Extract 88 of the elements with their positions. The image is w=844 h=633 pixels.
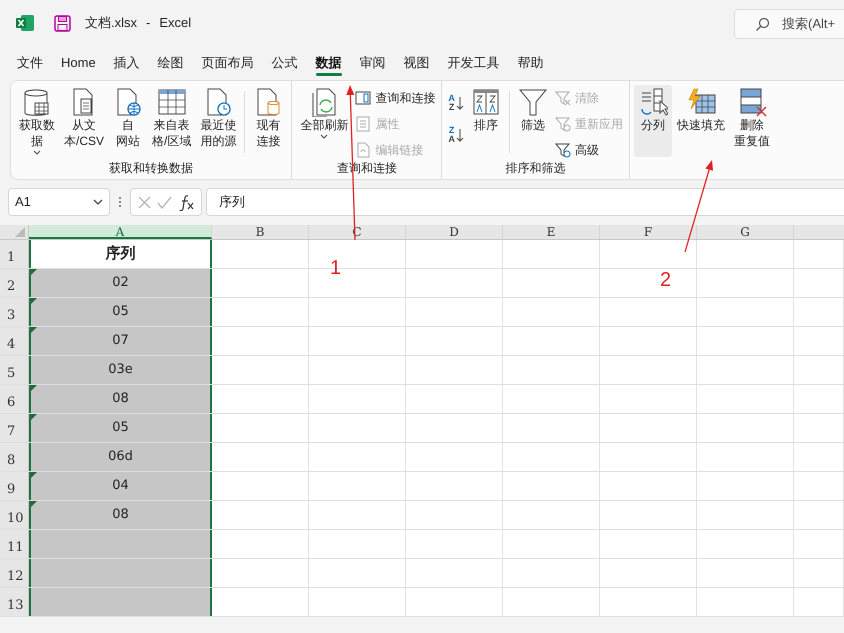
table-cell: 02	[29, 269, 212, 297]
table-cell: 08	[29, 385, 212, 413]
excel-logo-icon	[16, 14, 34, 32]
row-header[interactable]: 12	[0, 559, 29, 587]
ribbon-small-icon	[554, 116, 571, 132]
name-box[interactable]: A1	[8, 188, 110, 216]
ribbon-small-button[interactable]: 高级	[552, 139, 625, 161]
ribbon-button[interactable]: 全部刷新	[296, 85, 352, 157]
ribbon-button[interactable]: 筛选	[514, 85, 552, 157]
ribbon-small-icon	[355, 90, 372, 106]
file-name: 文档.xlsx	[85, 14, 137, 32]
sort-button[interactable]: Z A	[448, 123, 464, 147]
ribbon-button[interactable]: 现有 连接	[249, 85, 288, 157]
caret-icon	[33, 150, 41, 156]
row-header[interactable]: 6	[0, 385, 29, 413]
table-cell: 05	[29, 414, 212, 442]
annotation-number: 2	[660, 270, 672, 290]
down-arrow-icon	[456, 96, 464, 110]
row-header[interactable]: 13	[0, 588, 29, 616]
header-cell: 序列	[29, 240, 212, 268]
ribbon-tab[interactable]: 绘图	[148, 48, 193, 78]
row-header[interactable]: 4	[0, 327, 29, 355]
column-header[interactable]: E	[503, 225, 600, 239]
column-header[interactable]: B	[212, 225, 309, 239]
title-separator: -	[146, 14, 150, 32]
ribbon-group-label: 获取和转换数据	[109, 161, 194, 175]
formula-input[interactable]: 序列	[206, 188, 844, 216]
ribbon-button[interactable]: 从文 本/CSV	[60, 85, 108, 157]
ribbon-group-label: 排序和筛选	[506, 161, 566, 175]
ribbon-button[interactable]: 快速填充	[672, 85, 729, 157]
row-header[interactable]: 3	[0, 298, 29, 326]
function-icon	[178, 194, 194, 210]
ribbon-icon	[156, 87, 187, 117]
check-icon	[157, 196, 172, 208]
search-icon	[755, 16, 770, 32]
row-header[interactable]: 5	[0, 356, 29, 384]
table-cell: 08	[29, 501, 212, 529]
caret-icon	[93, 198, 103, 206]
ribbon-small-icon	[554, 142, 571, 158]
ribbon-icon	[518, 87, 548, 117]
ribbon-tab[interactable]: 插入	[104, 48, 149, 78]
ribbon-tab[interactable]: 开发工具	[438, 48, 509, 78]
save-icon	[54, 14, 71, 32]
ribbon-icon	[470, 87, 501, 117]
column-header[interactable]: G	[697, 225, 794, 239]
ribbon-button[interactable]: 删除 重复值	[730, 85, 774, 157]
ribbon-small-icon	[355, 142, 372, 158]
caret-icon	[320, 134, 328, 140]
ribbon-tab[interactable]: 页面布局	[192, 48, 263, 78]
select-all-icon	[15, 227, 25, 237]
annotation-number: 1	[330, 258, 342, 278]
ribbon-button[interactable]: 分列	[634, 85, 672, 157]
table-cell: 05	[29, 298, 212, 326]
ribbon-small-icon	[355, 116, 372, 132]
row-header[interactable]: 10	[0, 501, 29, 529]
row-header[interactable]: 7	[0, 414, 29, 442]
ribbon-small-icon	[554, 90, 571, 106]
cancel-icon	[138, 196, 152, 208]
row-header[interactable]: 1	[0, 240, 29, 268]
table-cell: 07	[29, 327, 212, 355]
ribbon-button[interactable]: 最近使 用的源	[196, 85, 240, 157]
column-header[interactable]: A	[29, 225, 212, 239]
row-header[interactable]: 2	[0, 269, 29, 297]
ribbon-tab[interactable]: 审阅	[350, 48, 395, 78]
more-icon	[118, 196, 122, 208]
table-cell: 03e	[29, 356, 212, 384]
ribbon-button[interactable]: 获取数 据	[15, 85, 59, 157]
ribbon-tab[interactable]: 视图	[394, 48, 439, 78]
column-header[interactable]: F	[600, 225, 697, 239]
row-header[interactable]: 9	[0, 472, 29, 500]
down-arrow-icon	[456, 128, 464, 142]
ribbon-tab[interactable]: 公式	[262, 48, 307, 78]
ribbon-tab[interactable]: 数据	[306, 48, 351, 78]
row-header[interactable]: 8	[0, 443, 29, 471]
sort-button[interactable]: A Z	[448, 91, 464, 115]
ribbon-button[interactable]: 自 网站	[109, 85, 148, 157]
search-field[interactable]: 搜索(Alt+	[734, 9, 844, 39]
row-header[interactable]: 11	[0, 530, 29, 558]
table-cell: 06d	[29, 443, 212, 471]
ribbon-button[interactable]: 来自表 格/区域	[148, 85, 196, 157]
column-header[interactable]: D	[406, 225, 503, 239]
ribbon-tab[interactable]: Home	[52, 48, 105, 78]
app-name: Excel	[159, 14, 192, 32]
table-cell: 04	[29, 472, 212, 500]
ribbon-button[interactable]: 排序	[466, 85, 505, 157]
ribbon-small-button[interactable]: 查询和连接	[353, 87, 438, 109]
ribbon-tab[interactable]: 文件	[8, 48, 52, 78]
ribbon-tab[interactable]: 帮助	[508, 48, 553, 78]
